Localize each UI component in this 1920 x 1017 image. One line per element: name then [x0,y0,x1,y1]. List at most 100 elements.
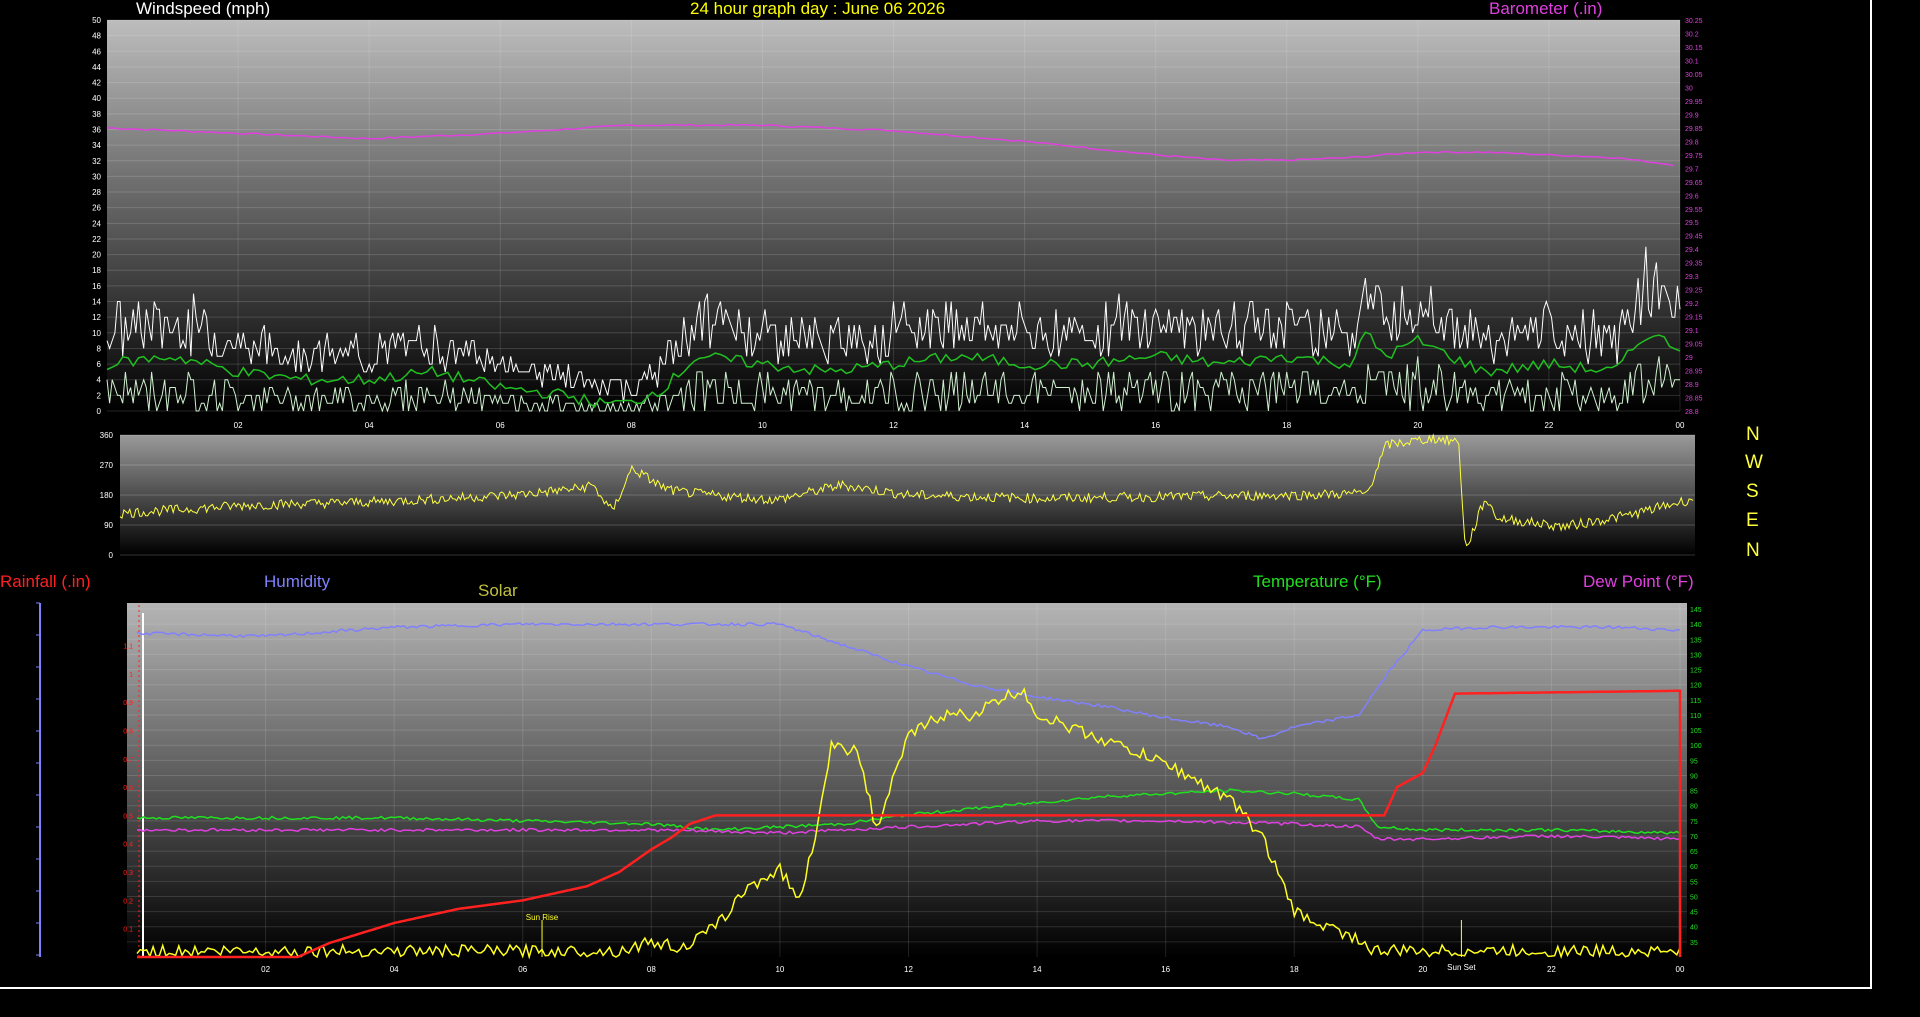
humidity-label: Humidity [264,572,331,591]
temp-plot-area [127,603,1687,957]
baro-y-tick: 28.85 [1685,396,1703,403]
baro-y-tick: 29.35 [1685,261,1703,268]
temp-y-tick: 40 [1690,925,1698,932]
baro-y-tick: 30.2 [1685,31,1699,38]
wind-y-tick: 4 [97,376,102,385]
baro-y-tick: 29.05 [1685,342,1703,349]
temp-y-tick: 70 [1690,834,1698,841]
wind-y-tick: 22 [92,235,101,244]
wind-x-tick: 22 [1544,421,1553,430]
rain-y-tick: 0.2 [123,898,133,905]
wind-y-tick: 6 [97,360,102,369]
temp-x-tick: 10 [775,965,784,974]
wind-x-tick: 08 [627,421,636,430]
direction-y-tick: 180 [100,491,114,500]
solar-label: Solar [478,581,518,600]
wind-y-tick: 48 [92,32,101,41]
baro-y-tick: 30.15 [1685,45,1703,52]
baro-y-tick: 29.25 [1685,288,1703,295]
baro-y-tick: 29.85 [1685,126,1703,133]
temperature-label: Temperature (°F) [1253,572,1382,591]
baro-y-tick: 28.9 [1685,382,1699,389]
windspeed-label: Windspeed (mph) [136,0,271,18]
temp-x-tick: 00 [1676,965,1685,974]
baro-y-tick: 29.8 [1685,139,1699,146]
rain-y-tick: 1.1 [123,643,133,650]
temp-x-tick: 20 [1418,965,1427,974]
wind-y-tick: 34 [92,141,101,150]
wind-x-tick: 02 [234,421,243,430]
temp-x-tick: 12 [904,965,913,974]
temp-x-tick: 14 [1033,965,1042,974]
temp-x-tick: 06 [518,965,527,974]
temp-y-tick: 130 [1690,652,1702,659]
baro-y-tick: 29.3 [1685,274,1699,281]
wind-y-tick: 16 [92,282,101,291]
wind-y-tick: 2 [97,391,102,400]
rain-y-tick: 1 [129,672,133,679]
temp-y-tick: 35 [1690,940,1698,947]
sunset-label: Sun Set [1447,963,1476,972]
temp-y-tick: 105 [1690,728,1702,735]
temp-x-tick: 02 [261,965,270,974]
rain-y-tick: 0.8 [123,728,133,735]
temp-y-tick: 65 [1690,849,1698,856]
wind-y-tick: 14 [92,298,101,307]
baro-y-tick: 30 [1685,85,1693,92]
wind-x-tick: 16 [1151,421,1160,430]
baro-y-tick: 29.65 [1685,180,1703,187]
temp-y-tick: 135 [1690,637,1702,644]
wind-y-tick: 46 [92,47,101,56]
wind-x-tick: 00 [1676,421,1685,430]
wind-y-tick: 42 [92,79,101,88]
wind-y-tick: 30 [92,172,101,181]
temp-y-tick: 60 [1690,864,1698,871]
baro-y-tick: 30.05 [1685,72,1703,79]
temp-y-tick: 55 [1690,879,1698,886]
baro-y-tick: 29.55 [1685,207,1703,214]
wind-x-tick: 06 [496,421,505,430]
wind-y-tick: 32 [92,157,101,166]
wind-y-tick: 18 [92,266,101,275]
wind-y-tick: 8 [97,344,102,353]
rainfall-label: Rainfall (.in) [0,572,91,591]
wind-x-tick: 04 [365,421,374,430]
rain-y-tick: 0.1 [123,927,133,934]
wind-y-tick: 44 [92,63,101,72]
baro-y-tick: 29.4 [1685,247,1699,254]
direction-w: W [1745,452,1763,473]
direction-y-tick: 270 [100,461,114,470]
wind-y-tick: 10 [92,329,101,338]
baro-y-tick: 29.7 [1685,166,1699,173]
direction-y-tick: 0 [109,551,114,560]
temp-y-tick: 45 [1690,910,1698,917]
temp-x-tick: 04 [390,965,399,974]
wind-y-tick: 50 [92,16,101,25]
baro-y-tick: 29.45 [1685,234,1703,241]
temp-x-tick: 22 [1547,965,1556,974]
rain-y-tick: 0.4 [123,842,133,849]
rain-y-tick: 0.7 [123,757,133,764]
temp-y-tick: 145 [1690,607,1702,614]
temp-x-tick: 16 [1161,965,1170,974]
wind-y-tick: 12 [92,313,101,322]
wind-x-tick: 20 [1413,421,1422,430]
temp-y-tick: 115 [1690,698,1701,705]
temp-y-tick: 120 [1690,683,1702,690]
wind-x-tick: 12 [889,421,898,430]
temp-y-tick: 85 [1690,789,1698,796]
temp-y-tick: 140 [1690,622,1702,629]
baro-y-tick: 29.6 [1685,193,1699,200]
wind-y-tick: 0 [97,407,102,416]
rain-y-tick: 0.3 [123,870,133,877]
temp-y-tick: 125 [1690,668,1702,675]
wind-y-tick: 20 [92,251,101,260]
baro-y-tick: 29.1 [1685,328,1699,335]
baro-y-tick: 30.25 [1685,18,1703,25]
rain-y-tick: 0.6 [123,785,133,792]
baro-y-tick: 28.95 [1685,369,1703,376]
temp-y-tick: 50 [1690,894,1698,901]
direction-n-top: N [1746,424,1760,445]
baro-y-tick: 29.95 [1685,99,1703,106]
baro-y-tick: 30.1 [1685,58,1699,65]
